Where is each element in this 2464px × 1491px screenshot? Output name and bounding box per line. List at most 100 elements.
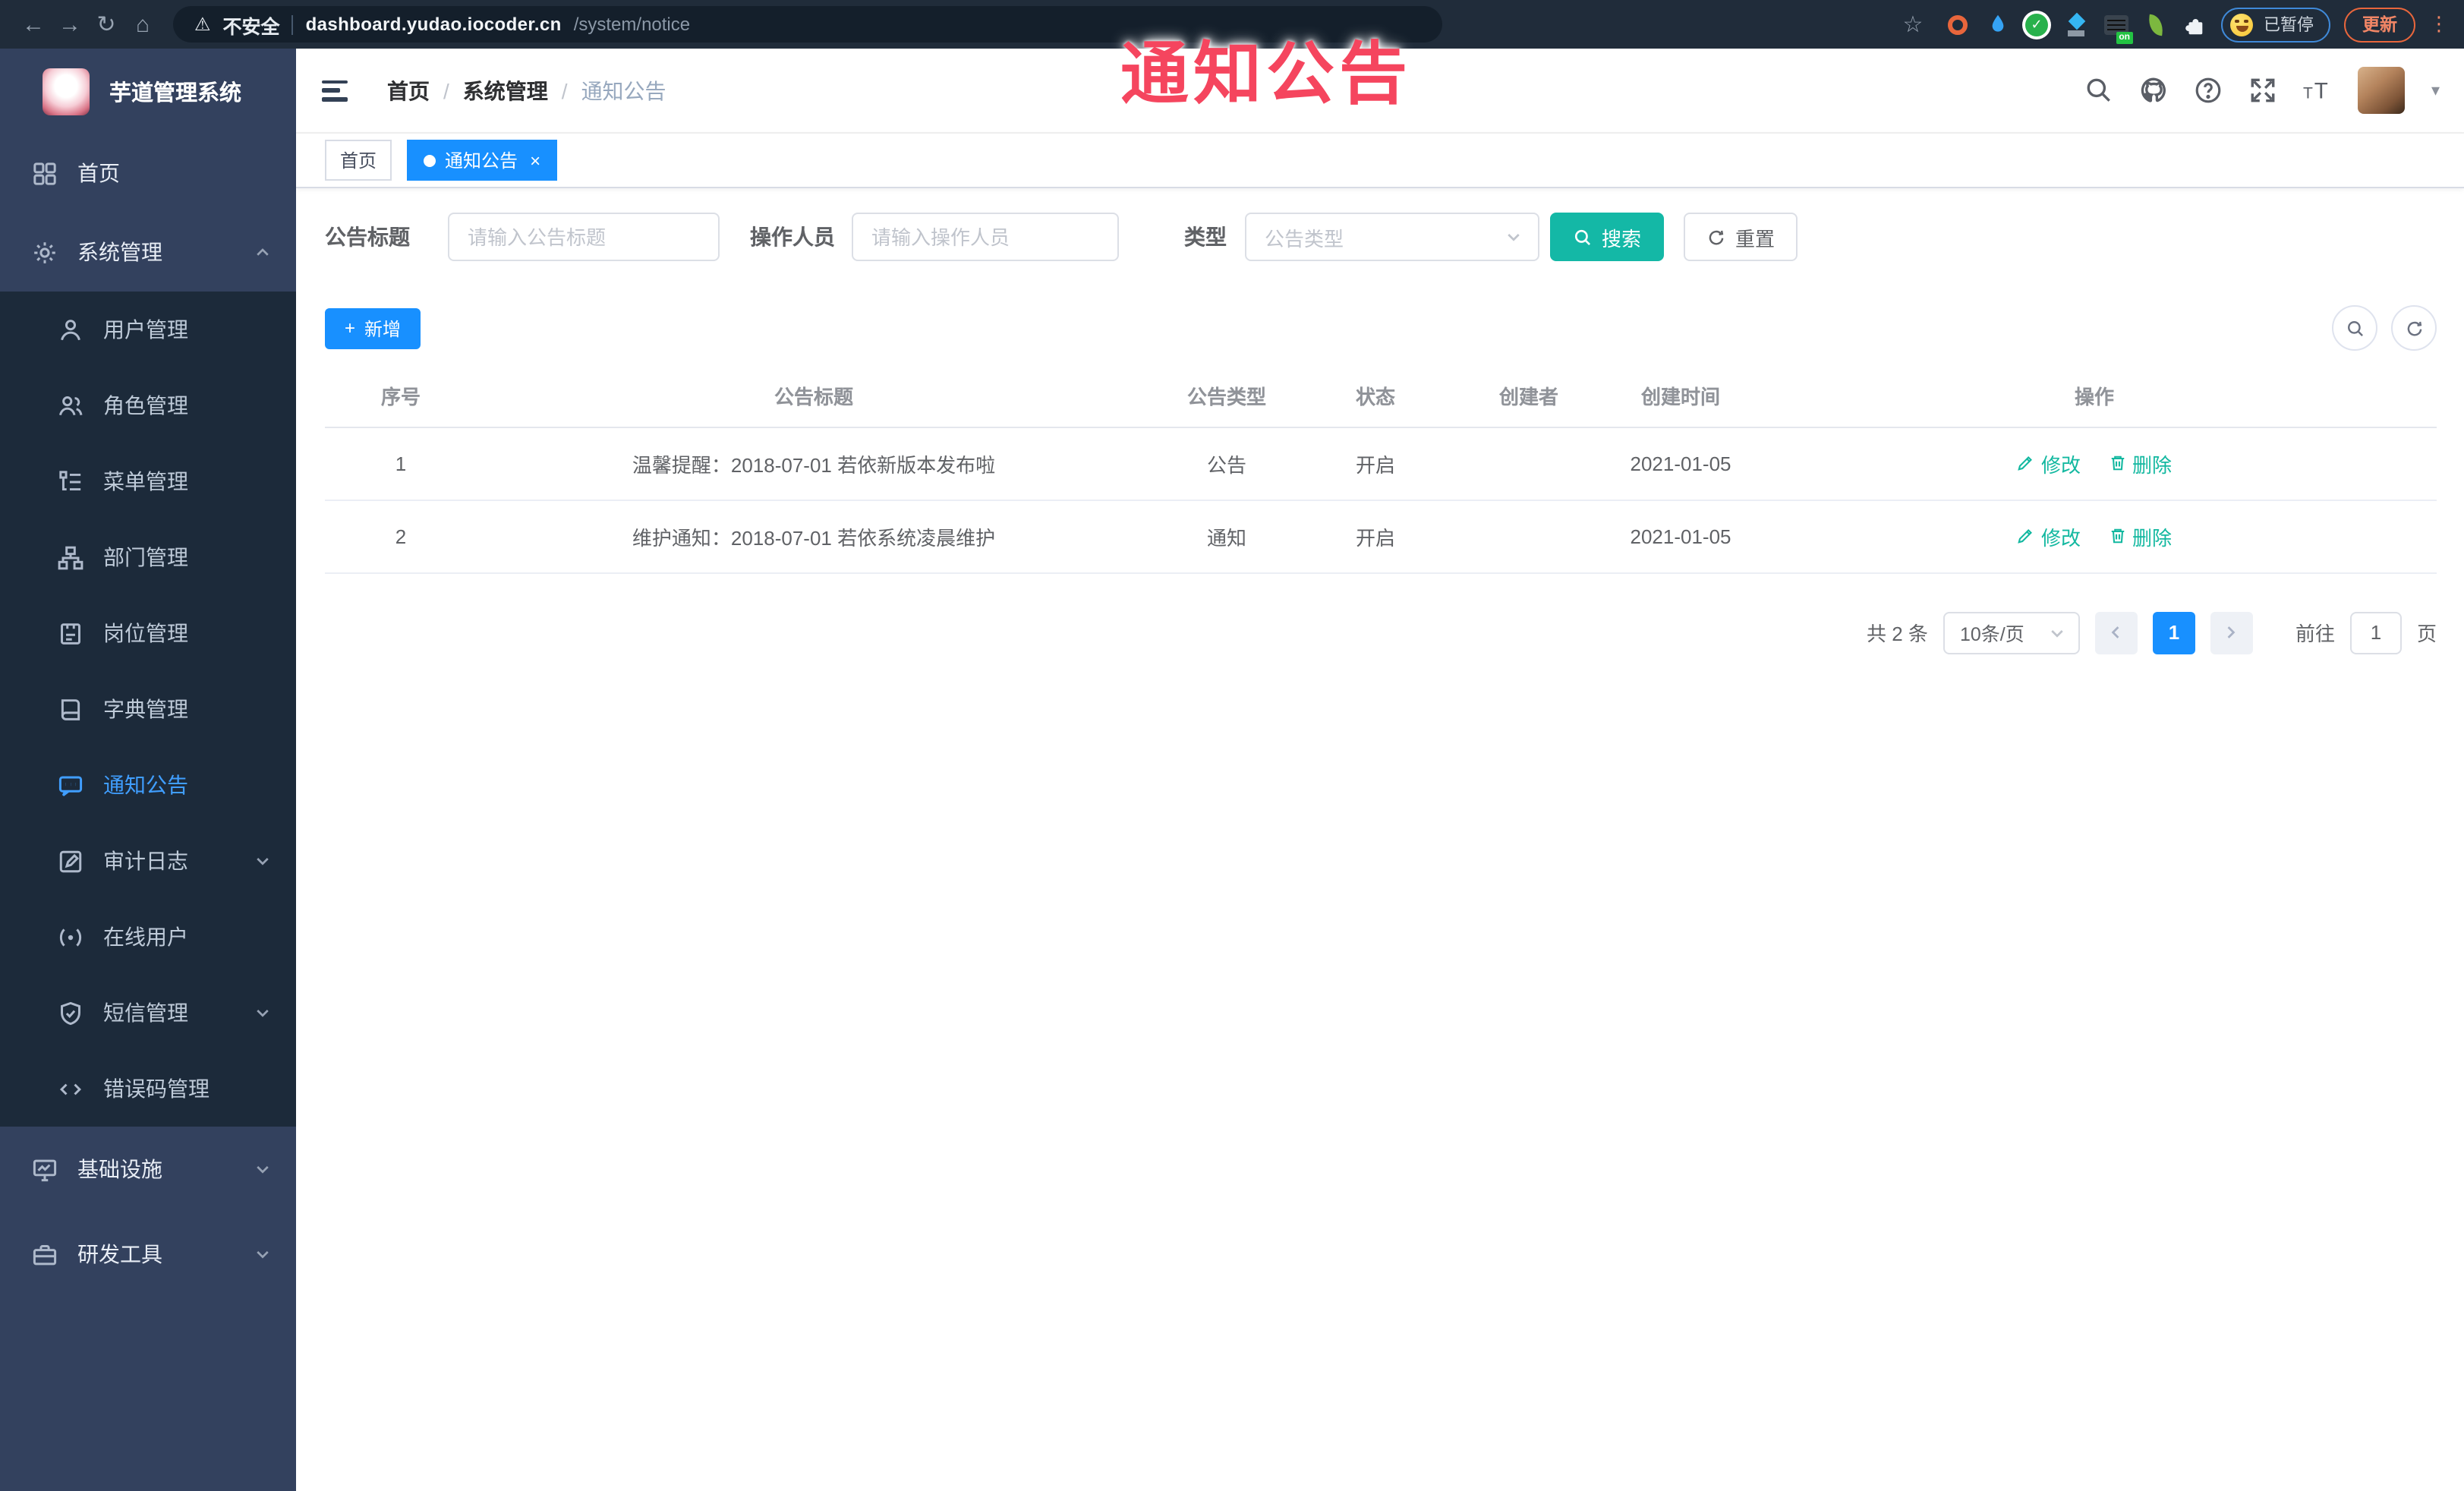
sidebar-item-label: 字典管理 bbox=[103, 697, 188, 721]
extension-orange-ring-icon[interactable] bbox=[1945, 11, 1971, 37]
filter-title-label: 公告标题 bbox=[325, 225, 410, 249]
forward-icon[interactable]: → bbox=[52, 11, 88, 37]
extensions-puzzle-icon[interactable] bbox=[2182, 11, 2207, 37]
breadcrumb-section[interactable]: 系统管理 bbox=[463, 75, 548, 106]
notice-title-input[interactable] bbox=[448, 213, 720, 261]
cell-status: 开启 bbox=[1303, 500, 1448, 573]
goto-page-input[interactable] bbox=[2349, 611, 2402, 654]
screen: ← → ↻ ⌂ ⚠ 不安全 dashboard.yudao.iocoder.cn… bbox=[0, 0, 2464, 1491]
breadcrumb-separator: / bbox=[561, 78, 568, 102]
chevron-down-icon bbox=[1505, 228, 1523, 246]
reload-icon[interactable]: ↻ bbox=[88, 11, 124, 38]
reset-button[interactable]: 重置 bbox=[1684, 213, 1798, 261]
app-title: 芋道管理系统 bbox=[109, 81, 241, 106]
delete-button[interactable]: 删除 bbox=[2108, 449, 2172, 478]
sidebar-item-online-users[interactable]: 在线用户 bbox=[0, 899, 296, 975]
sidebar-item-label: 短信管理 bbox=[103, 1001, 188, 1025]
code-icon bbox=[58, 1076, 83, 1102]
browser-menu-icon[interactable]: ⋮ bbox=[2429, 12, 2449, 36]
back-icon[interactable]: ← bbox=[15, 11, 52, 37]
extension-switch-icon[interactable]: on bbox=[2103, 11, 2133, 43]
operator-input[interactable] bbox=[852, 213, 1119, 261]
app-logo[interactable]: 芋道管理系统 bbox=[0, 49, 296, 134]
chevron-left-icon bbox=[2112, 626, 2120, 638]
edit-button[interactable]: 修改 bbox=[2017, 449, 2081, 478]
tab-notices[interactable]: 通知公告 × bbox=[407, 140, 558, 181]
help-icon[interactable] bbox=[2195, 76, 2223, 105]
pagination-total: 共 2 条 bbox=[1867, 623, 1928, 645]
home-icon[interactable]: ⌂ bbox=[124, 11, 161, 37]
next-page-button[interactable] bbox=[2210, 611, 2253, 654]
delete-button[interactable]: 删除 bbox=[2108, 522, 2172, 550]
sidebar-item-dictionaries[interactable]: 字典管理 bbox=[0, 671, 296, 747]
table-row: 2 维护通知：2018-07-01 若依系统凌晨维护 通知 开启 2021-01… bbox=[325, 500, 2437, 573]
extension-diamond-icon[interactable] bbox=[2063, 11, 2089, 37]
current-page-button[interactable]: 1 bbox=[2152, 611, 2195, 654]
col-status: 状态 bbox=[1303, 366, 1448, 427]
annotation-title: 通知公告 bbox=[1120, 35, 1413, 112]
browser-extensions-area: ☆ ✓ on 已暂停 更新 ⋮ bbox=[1895, 7, 2449, 43]
sidebar-item-menus[interactable]: 菜单管理 bbox=[0, 443, 296, 519]
avatar-caret-icon[interactable]: ▾ bbox=[2431, 80, 2440, 100]
extension-leaf-icon[interactable] bbox=[2142, 11, 2168, 37]
page-size-select[interactable]: 10条/页 bbox=[1943, 611, 2080, 654]
sidebar-item-sms[interactable]: 短信管理 bbox=[0, 975, 296, 1051]
sidebar-item-departments[interactable]: 部门管理 bbox=[0, 519, 296, 595]
breadcrumb-home[interactable]: 首页 bbox=[387, 75, 430, 106]
sidebar-item-label: 研发工具 bbox=[77, 1242, 162, 1266]
sidebar-item-roles[interactable]: 角色管理 bbox=[0, 367, 296, 443]
search-icon[interactable] bbox=[2085, 76, 2114, 105]
cell-no: 1 bbox=[325, 427, 477, 500]
svg-text:T: T bbox=[2304, 85, 2314, 102]
sidebar-item-infrastructure[interactable]: 基础设施 bbox=[0, 1127, 296, 1212]
sidebar-item-dev-tools[interactable]: 研发工具 bbox=[0, 1212, 296, 1297]
fullscreen-icon[interactable] bbox=[2249, 76, 2278, 105]
badge-icon bbox=[58, 620, 83, 646]
sidebar-toggle-icon[interactable] bbox=[322, 80, 348, 101]
browser-update-button[interactable]: 更新 bbox=[2344, 7, 2415, 42]
refresh-table-button[interactable] bbox=[2391, 305, 2437, 351]
sidebar-item-label: 首页 bbox=[77, 161, 120, 185]
col-creator: 创建者 bbox=[1448, 366, 1609, 427]
gear-icon bbox=[32, 239, 58, 265]
extension-green-circle-icon[interactable]: ✓ bbox=[2024, 11, 2050, 37]
search-button[interactable]: 搜索 bbox=[1550, 213, 1665, 261]
megaphone-icon bbox=[58, 772, 83, 798]
sidebar-item-users[interactable]: 用户管理 bbox=[0, 292, 296, 367]
extension-blue-drop-icon[interactable] bbox=[1984, 11, 2010, 37]
avatar[interactable] bbox=[2358, 67, 2406, 114]
toggle-search-button[interactable] bbox=[2332, 305, 2377, 351]
sidebar-item-label: 通知公告 bbox=[103, 773, 188, 797]
add-button[interactable]: + 新增 bbox=[325, 307, 421, 348]
sidebar-item-label: 用户管理 bbox=[103, 317, 188, 342]
notice-type-select[interactable]: 公告类型 bbox=[1245, 213, 1539, 261]
sidebar-item-system[interactable]: 系统管理 bbox=[0, 213, 296, 292]
sidebar-item-audit-log[interactable]: 审计日志 bbox=[0, 823, 296, 899]
cell-title: 维护通知：2018-07-01 若依系统凌晨维护 bbox=[477, 500, 1151, 573]
profile-paused-chip[interactable]: 已暂停 bbox=[2221, 7, 2330, 42]
toolbox-icon bbox=[32, 1241, 58, 1267]
sidebar-item-label: 在线用户 bbox=[103, 925, 188, 949]
col-actions: 操作 bbox=[1752, 366, 2437, 427]
sidebar-item-home[interactable]: 首页 bbox=[0, 134, 296, 213]
user-icon bbox=[58, 317, 83, 342]
sidebar-item-posts[interactable]: 岗位管理 bbox=[0, 595, 296, 671]
url-host: dashboard.yudao.iocoder.cn bbox=[305, 14, 562, 35]
refresh-icon bbox=[1709, 229, 1724, 244]
table-row: 1 温馨提醒：2018-07-01 若依新版本发布啦 公告 开启 2021-01… bbox=[325, 427, 2437, 500]
cell-actions: 修改 删除 bbox=[1752, 500, 2437, 573]
filter-type-label: 类型 bbox=[1184, 225, 1227, 249]
close-icon[interactable]: × bbox=[530, 150, 540, 171]
font-size-icon[interactable]: TT bbox=[2304, 76, 2333, 105]
github-icon[interactable] bbox=[2140, 76, 2169, 105]
org-tree-icon bbox=[58, 544, 83, 570]
chevron-down-icon bbox=[2048, 623, 2066, 641]
prev-page-button[interactable] bbox=[2094, 611, 2138, 654]
sidebar-item-notices[interactable]: 通知公告 bbox=[0, 747, 296, 823]
tab-home[interactable]: 首页 bbox=[325, 140, 392, 181]
sidebar-item-error-codes[interactable]: 错误码管理 bbox=[0, 1051, 296, 1127]
bookmark-star-icon[interactable]: ☆ bbox=[1895, 11, 1931, 38]
edit-button[interactable]: 修改 bbox=[2017, 522, 2081, 550]
url-path: /system/notice bbox=[573, 14, 691, 35]
col-type: 公告类型 bbox=[1151, 366, 1303, 427]
